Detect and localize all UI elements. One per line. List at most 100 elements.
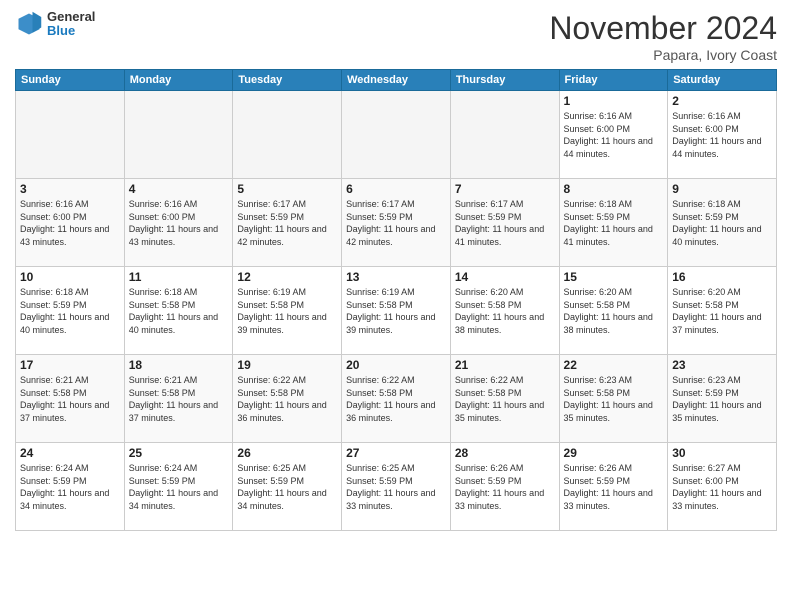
- calendar-day-header: Friday: [559, 70, 668, 91]
- day-number: 15: [564, 270, 664, 284]
- logo-general-text: General: [47, 10, 95, 24]
- calendar-week-row: 24 Sunrise: 6:24 AMSunset: 5:59 PMDayligh…: [16, 443, 777, 531]
- day-info: Sunrise: 6:22 AMSunset: 5:58 PMDaylight:…: [455, 374, 555, 424]
- day-number: 29: [564, 446, 664, 460]
- day-info: Sunrise: 6:19 AMSunset: 5:58 PMDaylight:…: [237, 286, 337, 336]
- logo: General Blue: [15, 10, 95, 39]
- calendar-cell: [233, 91, 342, 179]
- calendar-cell: [342, 91, 451, 179]
- location: Papara, Ivory Coast: [549, 47, 777, 63]
- day-info: Sunrise: 6:22 AMSunset: 5:58 PMDaylight:…: [237, 374, 337, 424]
- calendar-cell: 12 Sunrise: 6:19 AMSunset: 5:58 PMDayligh…: [233, 267, 342, 355]
- day-info: Sunrise: 6:25 AMSunset: 5:59 PMDaylight:…: [346, 462, 446, 512]
- calendar-week-row: 10 Sunrise: 6:18 AMSunset: 5:59 PMDayligh…: [16, 267, 777, 355]
- day-number: 10: [20, 270, 120, 284]
- day-info: Sunrise: 6:18 AMSunset: 5:59 PMDaylight:…: [20, 286, 120, 336]
- logo-text: General Blue: [47, 10, 95, 39]
- day-info: Sunrise: 6:16 AMSunset: 6:00 PMDaylight:…: [672, 110, 772, 160]
- day-info: Sunrise: 6:21 AMSunset: 5:58 PMDaylight:…: [20, 374, 120, 424]
- calendar-cell: [124, 91, 233, 179]
- calendar-cell: 30Sunrise: 6:27 AMSunset: 6:00 PMDayligh…: [668, 443, 777, 531]
- day-info: Sunrise: 6:24 AMSunset: 5:59 PMDaylight:…: [20, 462, 120, 512]
- title-block: November 2024 Papara, Ivory Coast: [549, 10, 777, 63]
- day-number: 24: [20, 446, 120, 460]
- calendar-cell: 4 Sunrise: 6:16 AMSunset: 6:00 PMDaylight…: [124, 179, 233, 267]
- day-info: Sunrise: 6:19 AMSunset: 5:58 PMDaylight:…: [346, 286, 446, 336]
- calendar-cell: 19 Sunrise: 6:22 AMSunset: 5:58 PMDayligh…: [233, 355, 342, 443]
- day-info: Sunrise: 6:26 AMSunset: 5:59 PMDaylight:…: [455, 462, 555, 512]
- calendar-cell: 21Sunrise: 6:22 AMSunset: 5:58 PMDayligh…: [450, 355, 559, 443]
- day-info: Sunrise: 6:17 AMSunset: 5:59 PMDaylight:…: [346, 198, 446, 248]
- day-number: 28: [455, 446, 555, 460]
- day-info: Sunrise: 6:18 AMSunset: 5:58 PMDaylight:…: [129, 286, 229, 336]
- calendar-cell: 1Sunrise: 6:16 AMSunset: 6:00 PMDaylight…: [559, 91, 668, 179]
- calendar-day-header: Monday: [124, 70, 233, 91]
- calendar-cell: 14Sunrise: 6:20 AMSunset: 5:58 PMDayligh…: [450, 267, 559, 355]
- day-info: Sunrise: 6:20 AMSunset: 5:58 PMDaylight:…: [455, 286, 555, 336]
- calendar-cell: 15 Sunrise: 6:20 AMSunset: 5:58 PMDayligh…: [559, 267, 668, 355]
- calendar-cell: 18Sunrise: 6:21 AMSunset: 5:58 PMDayligh…: [124, 355, 233, 443]
- day-info: Sunrise: 6:25 AMSunset: 5:59 PMDaylight:…: [237, 462, 337, 512]
- calendar-day-header: Wednesday: [342, 70, 451, 91]
- calendar-cell: 16Sunrise: 6:20 AMSunset: 5:58 PMDayligh…: [668, 267, 777, 355]
- day-number: 2: [672, 94, 772, 108]
- calendar-cell: 9Sunrise: 6:18 AMSunset: 5:59 PMDaylight…: [668, 179, 777, 267]
- calendar-header-row: SundayMondayTuesdayWednesdayThursdayFrid…: [16, 70, 777, 91]
- calendar-cell: 25 Sunrise: 6:24 AMSunset: 5:59 PMDayligh…: [124, 443, 233, 531]
- calendar-cell: 13Sunrise: 6:19 AMSunset: 5:58 PMDayligh…: [342, 267, 451, 355]
- calendar-cell: [16, 91, 125, 179]
- day-info: Sunrise: 6:20 AMSunset: 5:58 PMDaylight:…: [672, 286, 772, 336]
- day-number: 7: [455, 182, 555, 196]
- calendar: SundayMondayTuesdayWednesdayThursdayFrid…: [15, 69, 777, 531]
- day-number: 22: [564, 358, 664, 372]
- calendar-day-header: Thursday: [450, 70, 559, 91]
- day-number: 8: [564, 182, 664, 196]
- day-number: 19: [237, 358, 337, 372]
- day-number: 18: [129, 358, 229, 372]
- day-info: Sunrise: 6:18 AMSunset: 5:59 PMDaylight:…: [672, 198, 772, 248]
- day-info: Sunrise: 6:22 AMSunset: 5:58 PMDaylight:…: [346, 374, 446, 424]
- day-number: 11: [129, 270, 229, 284]
- calendar-cell: [450, 91, 559, 179]
- calendar-cell: 24 Sunrise: 6:24 AMSunset: 5:59 PMDayligh…: [16, 443, 125, 531]
- calendar-cell: 23Sunrise: 6:23 AMSunset: 5:59 PMDayligh…: [668, 355, 777, 443]
- day-info: Sunrise: 6:16 AMSunset: 6:00 PMDaylight:…: [20, 198, 120, 248]
- day-number: 27: [346, 446, 446, 460]
- day-number: 5: [237, 182, 337, 196]
- calendar-cell: 2 Sunrise: 6:16 AMSunset: 6:00 PMDaylight…: [668, 91, 777, 179]
- calendar-cell: 22 Sunrise: 6:23 AMSunset: 5:58 PMDayligh…: [559, 355, 668, 443]
- calendar-cell: 11 Sunrise: 6:18 AMSunset: 5:58 PMDayligh…: [124, 267, 233, 355]
- calendar-cell: 29Sunrise: 6:26 AMSunset: 5:59 PMDayligh…: [559, 443, 668, 531]
- day-info: Sunrise: 6:27 AMSunset: 6:00 PMDaylight:…: [672, 462, 772, 512]
- calendar-day-header: Tuesday: [233, 70, 342, 91]
- calendar-day-header: Sunday: [16, 70, 125, 91]
- day-info: Sunrise: 6:20 AMSunset: 5:58 PMDaylight:…: [564, 286, 664, 336]
- day-number: 20: [346, 358, 446, 372]
- day-number: 4: [129, 182, 229, 196]
- day-number: 6: [346, 182, 446, 196]
- day-number: 12: [237, 270, 337, 284]
- logo-icon: [15, 10, 43, 38]
- day-number: 25: [129, 446, 229, 460]
- calendar-cell: 8 Sunrise: 6:18 AMSunset: 5:59 PMDaylight…: [559, 179, 668, 267]
- month-title: November 2024: [549, 10, 777, 47]
- day-number: 23: [672, 358, 772, 372]
- day-info: Sunrise: 6:16 AMSunset: 6:00 PMDaylight:…: [129, 198, 229, 248]
- day-info: Sunrise: 6:18 AMSunset: 5:59 PMDaylight:…: [564, 198, 664, 248]
- day-info: Sunrise: 6:23 AMSunset: 5:58 PMDaylight:…: [564, 374, 664, 424]
- calendar-cell: 10 Sunrise: 6:18 AMSunset: 5:59 PMDayligh…: [16, 267, 125, 355]
- calendar-cell: 20 Sunrise: 6:22 AMSunset: 5:58 PMDayligh…: [342, 355, 451, 443]
- day-number: 26: [237, 446, 337, 460]
- calendar-day-header: Saturday: [668, 70, 777, 91]
- calendar-cell: 27 Sunrise: 6:25 AMSunset: 5:59 PMDayligh…: [342, 443, 451, 531]
- calendar-week-row: 1 Sunrise: 6:16 AMSunset: 6:00 PMDaylight…: [16, 91, 777, 179]
- day-info: Sunrise: 6:24 AMSunset: 5:59 PMDaylight:…: [129, 462, 229, 512]
- calendar-cell: 3Sunrise: 6:16 AMSunset: 6:00 PMDaylight…: [16, 179, 125, 267]
- calendar-week-row: 17Sunrise: 6:21 AMSunset: 5:58 PMDayligh…: [16, 355, 777, 443]
- day-info: Sunrise: 6:17 AMSunset: 5:59 PMDaylight:…: [455, 198, 555, 248]
- calendar-week-row: 3Sunrise: 6:16 AMSunset: 6:00 PMDaylight…: [16, 179, 777, 267]
- calendar-cell: 17Sunrise: 6:21 AMSunset: 5:58 PMDayligh…: [16, 355, 125, 443]
- page: General Blue November 2024 Papara, Ivory…: [0, 0, 792, 612]
- header: General Blue November 2024 Papara, Ivory…: [15, 10, 777, 63]
- day-number: 1: [564, 94, 664, 108]
